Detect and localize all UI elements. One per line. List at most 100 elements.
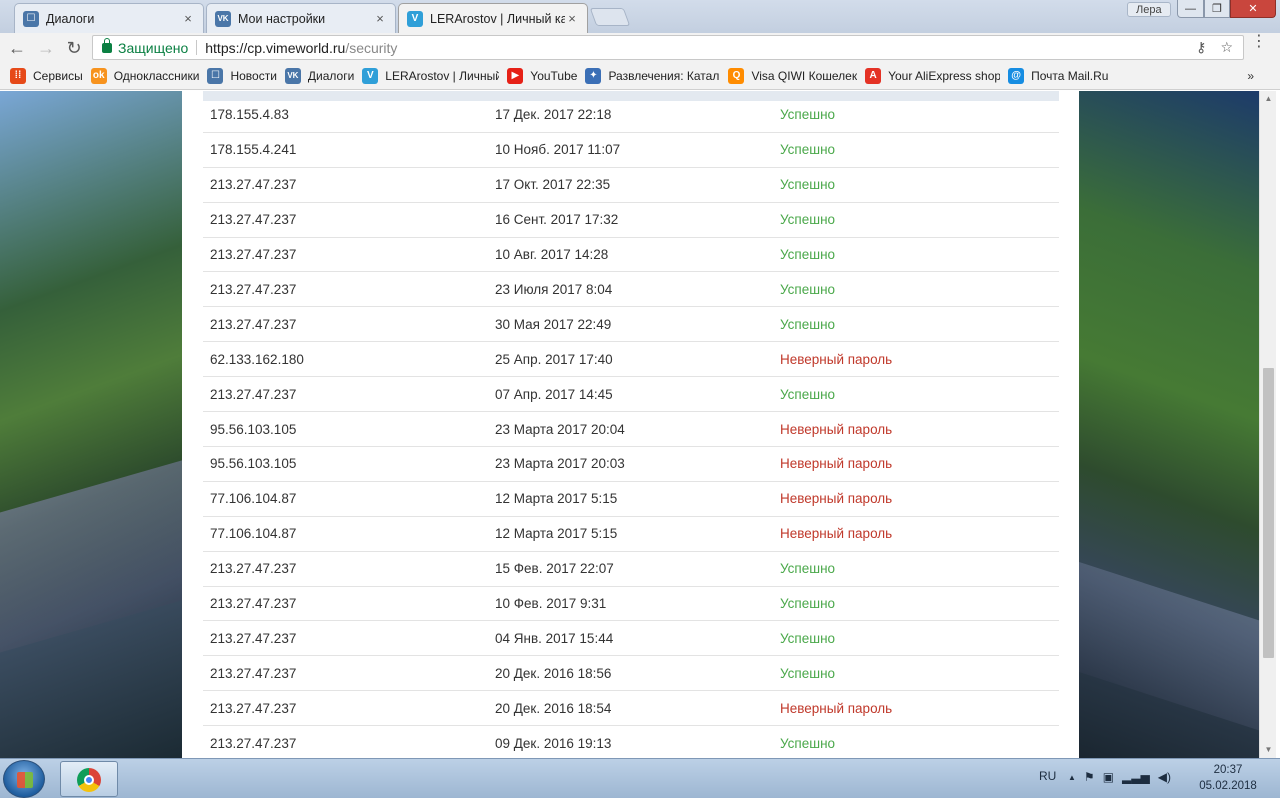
bookmark-label: Visa QIWI Кошелек [751,68,858,83]
scrollbar-thumb[interactable] [1263,368,1274,658]
close-window-button[interactable]: ✕ [1230,0,1276,18]
tab-settings[interactable]: VK Мои настройки × [206,3,396,33]
table-row: 77.106.104.87 12 Марта 2017 5:15 Неверный … [203,482,1059,517]
table-row: 213.27.47.237 30 Мая 2017 22:49 Успешно [203,307,1059,343]
login-status: Неверный пароль [780,351,893,367]
ip-address: 77.106.104.87 [210,491,297,507]
bookmarks-overflow-icon[interactable]: » [1247,69,1254,83]
table-row: 213.27.47.237 16 Сент. 2017 17:32 Успешно [203,203,1059,238]
signal-icon[interactable]: ▂▃▅ [1122,770,1150,784]
clock[interactable]: 20:37 05.02.2018 [1190,762,1266,794]
taskbar-chrome-button[interactable] [60,761,118,797]
bookmark-label: YouTube [530,68,578,83]
odnoklassniki-icon: ok [90,67,107,84]
vk-messages-icon: ☐ [23,10,39,27]
login-date: 07 Апр. 2017 14:45 [495,386,613,402]
scroll-up-icon[interactable]: ▲ [1260,91,1277,107]
table-row: 213.27.47.237 15 Фев. 2017 22:07 Успешно [203,552,1059,587]
bookmark-dialogs[interactable]: VK Диалоги [284,67,354,84]
url-path: /security [345,39,398,56]
ip-address: 95.56.103.105 [210,421,297,437]
login-status: Неверный пароль [780,456,893,472]
key-icon[interactable]: ⚷ [1196,39,1206,56]
bookmark-services[interactable]: ⁞⁞ Сервисы [10,67,83,84]
login-date: 12 Марта 2017 5:15 [495,526,618,542]
ip-address: 213.27.47.237 [210,596,297,612]
browser-toolbar: ← → ↻ Защищено https://cp.vimeworld.ru /… [0,33,1280,62]
back-icon[interactable]: ← [6,37,28,59]
url-host: https://cp.vimeworld.ru [205,39,346,56]
close-tab-icon[interactable]: × [373,11,387,26]
table-row: 213.27.47.237 10 Авг. 2017 14:28 Успешно [203,238,1059,273]
lock-icon [102,37,112,53]
tab-strip: ☐ Диалоги × VK Мои настройки × V LERAros… [0,0,1280,33]
table-row: 213.27.47.237 17 Окт. 2017 22:35 Успешно [203,168,1059,203]
ip-address: 178.155.4.83 [210,107,289,123]
language-indicator[interactable]: RU [1039,769,1056,783]
bookmark-label: Your AliExpress shop [888,68,1001,83]
ip-address: 77.106.104.87 [210,526,297,542]
login-status: Неверный пароль [780,421,893,437]
bookmark-entertainment[interactable]: ✦ Развлечения: Катало [585,67,721,84]
forward-icon[interactable]: → [35,37,57,59]
login-status: Неверный пароль [780,491,893,507]
device-icon[interactable]: ▣ [1103,770,1114,784]
login-status: Успешно [780,596,836,612]
mailru-icon: @ [1008,67,1025,84]
star-icon[interactable]: ☆ [1220,39,1233,56]
login-status: Успешно [780,281,836,297]
tab-dialogs[interactable]: ☐ Диалоги × [14,3,204,33]
address-bar[interactable]: Защищено https://cp.vimeworld.ru /securi… [92,35,1244,60]
bookmark-vimeworld[interactable]: V LERArostov | Личный [362,67,499,84]
scrollbar[interactable]: ▲ ▼ [1259,91,1276,758]
bookmark-label: Одноклассники [113,68,200,83]
bookmark-aliexpress[interactable]: A Your AliExpress shop [865,67,1001,84]
login-status: Успешно [780,212,836,228]
tray-expand-icon[interactable]: ▲ [1068,770,1076,784]
new-tab-button[interactable] [589,8,631,26]
close-tab-icon[interactable]: × [181,11,195,26]
ip-address: 62.133.162.180 [210,351,304,367]
table-row: 178.155.4.241 10 Нояб. 2017 11:07 Успешно [203,133,1059,168]
table-row: 62.133.162.180 25 Апр. 2017 17:40 Неверный… [203,342,1059,378]
menu-icon[interactable]: ⋮ [1251,34,1267,50]
login-status: Успешно [780,630,836,646]
bookmark-label: Развлечения: Катало [608,68,721,83]
bookmark-label: Почта Mail.Ru [1031,68,1109,83]
maximize-button[interactable]: ❐ [1204,0,1230,18]
login-date: 17 Окт. 2017 22:35 [495,177,611,193]
table-row: 213.27.47.237 04 Янв. 2017 15:44 Успешно [203,622,1059,657]
page-viewport: 178.155.4.83 17 Дек. 2017 22:18 Успешно 178… [0,91,1259,758]
clock-date: 05.02.2018 [1199,780,1257,792]
tab-title: Диалоги [46,11,95,26]
reload-icon[interactable]: ↻ [63,37,85,59]
ip-address: 213.27.47.237 [210,630,297,646]
table-row: 95.56.103.105 23 Марта 2017 20:04 Неверный… [203,412,1059,447]
system-tray: ▲ ⚑ ▣ ▂▃▅ ◀) [1068,770,1171,784]
scroll-down-icon[interactable]: ▼ [1260,742,1277,758]
minimize-button[interactable]: — [1177,0,1204,18]
tab-vimeworld[interactable]: V LERArostov | Личный ка × [398,3,588,33]
start-button[interactable] [3,760,45,798]
login-date: 20 Дек. 2016 18:56 [495,665,612,681]
login-date: 16 Сент. 2017 17:32 [495,212,619,228]
ip-address: 178.155.4.241 [210,142,297,158]
login-date: 10 Фев. 2017 9:31 [495,596,607,612]
login-status: Успешно [780,142,836,158]
table-row: 95.56.103.105 23 Марта 2017 20:03 Неверный… [203,447,1059,482]
bookmark-odnoklassniki[interactable]: ok Одноклассники [90,67,200,84]
bookmark-label: Новости [230,68,277,83]
profile-button[interactable]: Лера [1127,2,1171,17]
apps-grid-icon: ⁞⁞ [10,67,26,84]
bookmark-qiwi[interactable]: Q Visa QIWI Кошелек [728,67,858,84]
close-tab-icon[interactable]: × [565,11,579,26]
table-row: 213.27.47.237 07 Апр. 2017 14:45 Успешно [203,377,1059,413]
bookmark-news[interactable]: ☐ Новости [207,67,277,84]
qiwi-icon: Q [728,67,745,84]
login-date: 17 Дек. 2017 22:18 [495,107,612,123]
volume-icon[interactable]: ◀) [1158,770,1171,784]
bookmark-youtube[interactable]: ▶ YouTube [507,67,578,84]
bookmark-mailru[interactable]: @ Почта Mail.Ru [1008,67,1109,84]
network-warning-icon[interactable]: ⚑ [1084,770,1095,784]
ip-address: 95.56.103.105 [210,456,297,472]
